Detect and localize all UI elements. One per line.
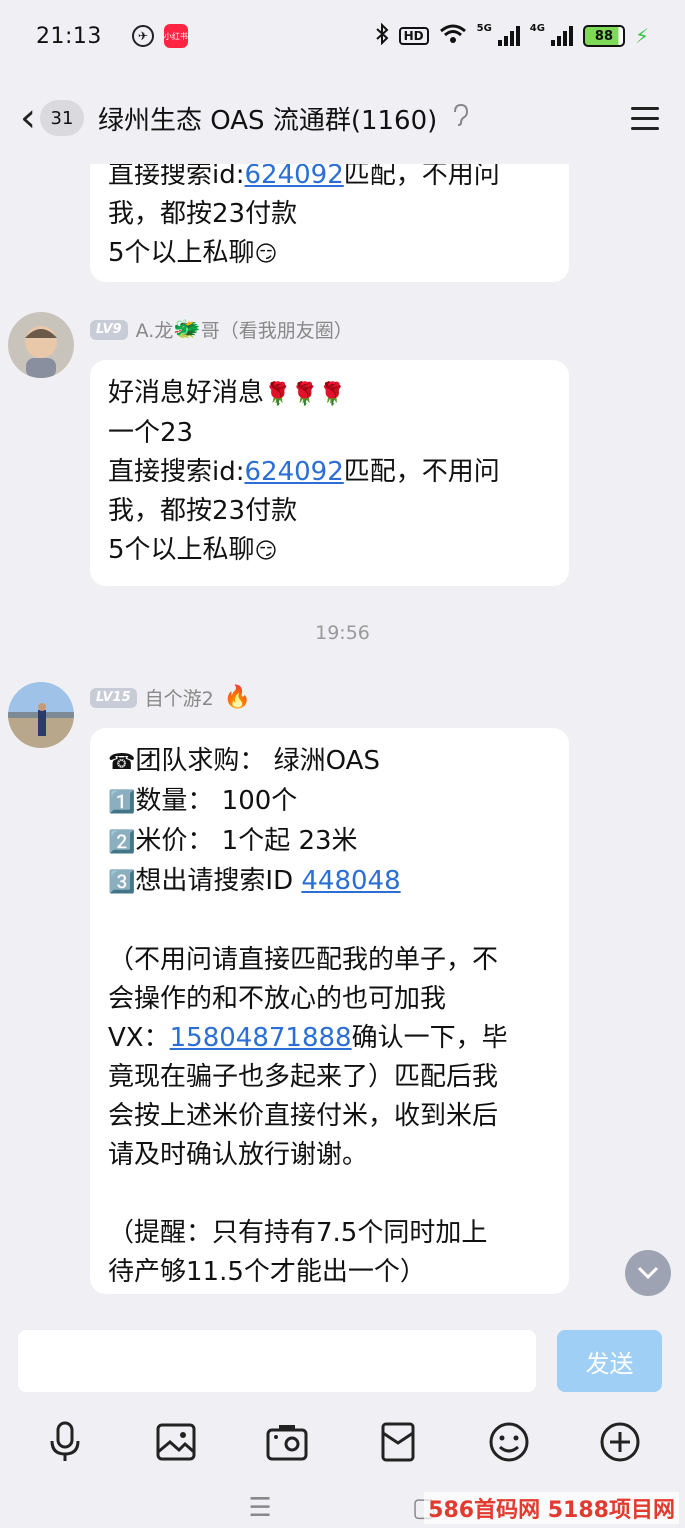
dragon-emoji-icon: 🐲 [173,317,201,342]
back-icon[interactable]: ‹ [20,98,36,138]
compass-icon: ✈ [131,25,154,47]
avatar[interactable] [8,312,74,378]
avatar[interactable] [8,682,74,748]
message-line: （提醒：只有持有7.5个同时加上 [108,1218,488,1248]
id-link[interactable]: 624092 [245,164,344,190]
network-label-2: 4G [529,23,545,34]
message-line: 请及时确认放行谢谢。 [108,1140,369,1170]
wifi-icon [439,23,467,49]
message-line: 一个23 [108,418,194,448]
message-line: （不用问请直接匹配我的单子，不 [108,945,499,975]
sender-name[interactable]: 自个游2 [145,684,214,711]
sender-name-suffix[interactable]: 哥（看我朋友圈） [201,316,353,343]
watermark: 586首码网 5188项目网 [424,1492,679,1524]
timestamp: 19:56 [315,622,370,644]
signal-icon-1 [497,26,520,46]
phone-link[interactable]: 15804871888 [170,1023,352,1053]
message-line: VX：15804871888确认一下，毕 [108,1023,508,1053]
app-badge: 小红书 [163,24,188,48]
recent-apps-icon[interactable]: ☰ [249,1493,272,1523]
red-packet-icon[interactable] [374,1418,422,1466]
ear-icon[interactable] [451,103,469,133]
input-bar: 发送 [0,1314,685,1410]
message-line: 3️⃣想出请搜索ID 448048 [108,862,551,902]
message-bubble[interactable]: ☎团队求购： 绿洲OAS 1️⃣数量： 100个 2️⃣米价： 1个起 23米 … [90,728,569,1294]
unread-count-badge[interactable]: 31 [40,100,84,136]
message-line: ☎团队求购： 绿洲OAS [108,742,551,782]
keycap-3-icon: 3️⃣ [108,870,136,895]
signal-icon-2 [550,26,573,46]
keycap-1-icon: 1️⃣ [108,790,136,815]
status-time: 21:13 [36,23,102,49]
chat-title: 绿州生态 OAS 流通群(1160) [98,105,438,136]
input-toolbar [0,1410,685,1474]
message-line: 会按上述米价直接付米，收到米后 [108,1101,499,1131]
message-line: 5个以上私聊😏 [108,531,551,571]
message-bubble[interactable]: 好消息好消息🌹🌹🌹 一个23 直接搜索id:624092匹配，不用问 我，都按2… [90,360,569,586]
plus-icon[interactable] [596,1418,644,1466]
sender-line: LV15 自个游2 🔥 [90,684,251,711]
smirk-emoji-icon: 😏 [254,539,278,564]
charging-icon: ⚡ [634,24,649,48]
message-input[interactable] [18,1330,536,1392]
message-line: 5个以上私聊😏 [108,234,551,274]
level-badge: LV15 [90,687,137,708]
message-line: 会操作的和不放心的也可加我 [108,984,447,1014]
telephone-emoji-icon: ☎ [108,750,136,775]
sender-line: LV9 A.龙 🐲 哥（看我朋友圈） [90,316,353,343]
hd-icon: HD [398,27,429,45]
message-line: 我，都按23付款 [108,199,298,229]
scroll-down-icon[interactable] [625,1250,671,1296]
message-line: 直接搜索id:624092匹配，不用问 [108,457,500,487]
status-right: HD 5G 4G 88 ⚡ [375,22,649,49]
sender-name[interactable]: A.龙 [136,316,174,343]
menu-icon[interactable] [625,101,665,136]
send-button[interactable]: 发送 [557,1330,662,1392]
bluetooth-icon [375,22,389,49]
network-label-1: 5G [476,23,492,34]
id-link[interactable]: 624092 [245,457,344,487]
emoji-icon[interactable] [485,1418,533,1466]
image-icon[interactable] [152,1418,200,1466]
chat-area[interactable]: 直接搜索id:624092匹配，不用问 我，都按23付款 5个以上私聊😏 LV9… [0,164,685,1314]
level-badge: LV9 [90,319,128,340]
rose-emoji-icon: 🌹🌹🌹 [264,382,347,407]
camera-icon[interactable] [263,1418,311,1466]
microphone-icon[interactable] [41,1418,89,1466]
chat-header: ‹ 31 绿州生态 OAS 流通群(1160) [0,72,685,164]
smirk-emoji-icon: 😏 [254,242,278,267]
message-line: 竟现在骗子也多起来了）匹配后我 [108,1062,499,1092]
keycap-2-icon: 2️⃣ [108,830,136,855]
status-bar: 21:13 ✈ 小红书 HD 5G 4G 88 ⚡ [0,0,685,72]
id-link[interactable]: 448048 [301,866,400,896]
message-line: 我，都按23付款 [108,496,298,526]
battery-icon: 88 [582,25,625,47]
message-line: 2️⃣米价： 1个起 23米 [108,822,551,862]
message-line: 1️⃣数量： 100个 [108,782,551,822]
fire-icon: 🔥 [223,685,252,710]
message-bubble-partial[interactable]: 直接搜索id:624092匹配，不用问 我，都按23付款 5个以上私聊😏 [90,164,569,282]
message-line: 好消息好消息🌹🌹🌹 [108,374,551,414]
message-line: 直接搜索id:624092匹配，不用问 [108,164,551,195]
message-line: 待产够11.5个才能出一个） [108,1257,426,1287]
